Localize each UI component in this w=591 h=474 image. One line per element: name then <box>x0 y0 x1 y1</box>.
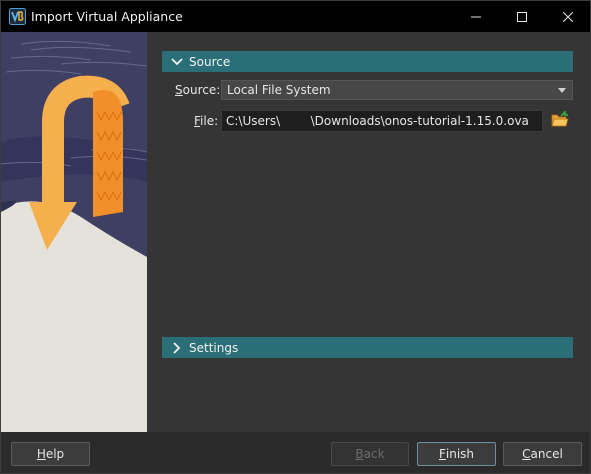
close-icon <box>563 11 573 22</box>
import-arrow-illustration <box>1 32 147 432</box>
file-path-field[interactable]: C:\Users\ \Downloads\onos-tutorial-1.15.… <box>221 110 543 132</box>
virtualbox-icon <box>9 8 26 25</box>
window-title: Import Virtual Appliance <box>31 9 183 24</box>
file-path-value: C:\Users\ \Downloads\onos-tutorial-1.15.… <box>226 114 529 128</box>
settings-section-header[interactable]: Settings <box>162 337 573 358</box>
back-button[interactable]: Back <box>331 442 409 466</box>
help-button[interactable]: Help <box>11 442 90 466</box>
dropdown-arrow-icon <box>558 88 566 93</box>
close-button[interactable] <box>545 1 591 32</box>
choose-file-button[interactable] <box>551 109 569 129</box>
source-combobox-value: Local File System <box>227 83 331 97</box>
title-bar[interactable]: Import Virtual Appliance <box>1 1 590 32</box>
source-combobox[interactable]: Local File System <box>221 80 573 100</box>
chevron-right-icon <box>167 337 187 358</box>
finish-button[interactable]: Finish <box>417 442 496 466</box>
maximize-icon <box>517 11 527 22</box>
file-label: File: <box>194 114 219 128</box>
wizard-page: Source Source: Local File System File: C… <box>147 32 590 432</box>
import-appliance-dialog: Import Virtual Appliance Source Source: … <box>0 0 591 474</box>
chevron-down-icon <box>167 51 187 72</box>
wizard-illustration <box>1 32 147 432</box>
minimize-icon <box>471 16 481 17</box>
button-bar: Help Back Finish Cancel <box>1 432 590 473</box>
source-label: Source: <box>175 83 221 97</box>
source-section-header[interactable]: Source <box>162 51 573 72</box>
minimize-button[interactable] <box>453 1 499 32</box>
cancel-button[interactable]: Cancel <box>503 442 582 466</box>
source-section-title: Source <box>189 54 231 69</box>
settings-section-title: Settings <box>189 340 239 355</box>
maximize-button[interactable] <box>499 1 545 32</box>
open-folder-icon <box>551 109 569 127</box>
